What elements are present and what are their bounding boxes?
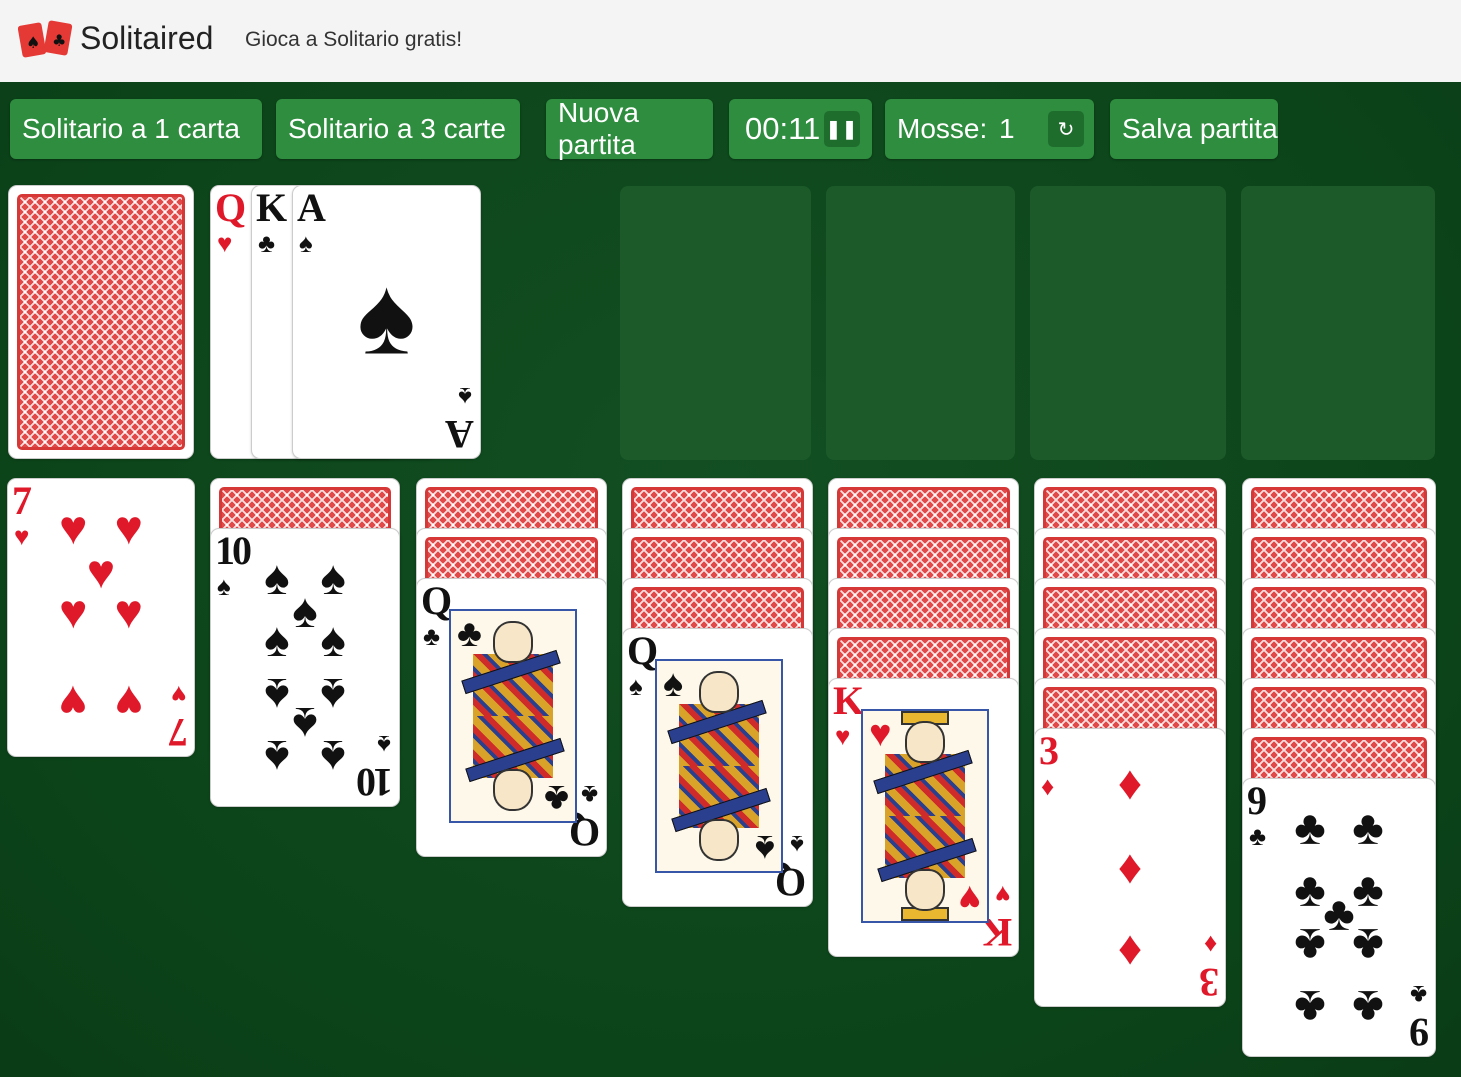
three-card-solitaire-button[interactable]: Solitario a 3 carte [276,99,520,159]
card-3-of-diamonds[interactable]: 3 ♦ 3 ♦ ♦ ♦ ♦ [1035,729,1225,1006]
card-rank: 10 [359,760,393,805]
card-rank: 7 [12,479,32,523]
clubs-pip-icon: ♣ [1294,802,1326,856]
card-suit-icon: ♠ [458,382,472,412]
save-game-button[interactable]: Salva partita [1110,99,1278,159]
card-rank: 7 [171,710,188,755]
card-suit-icon: ♠ [629,671,643,701]
card-rank: A [448,412,474,457]
foundation-slot-2[interactable] [826,186,1015,460]
card-q-of-spades[interactable]: Q ♠ Q ♠ ♠ ♠ [623,629,812,906]
foundation-slot-1[interactable] [620,186,811,460]
card-rank: Q [421,579,452,623]
three-card-solitaire-label: Solitario a 3 carte [288,113,506,144]
pause-icon: ❚❚ [825,118,859,139]
spades-pip-icon: ♠ [320,613,346,667]
card-suit-icon: ♥ [14,521,30,551]
card-suit-icon: ♠ [217,571,231,601]
card-suit-icon: ♥ [835,721,851,751]
foundation-slot-3[interactable] [1030,186,1226,460]
new-game-label: Nuova partita [558,97,639,160]
hearts-pip-icon: ♥ [114,586,143,640]
card-k-of-hearts[interactable]: K ♥ K ♥ ♥ ♥ [829,679,1018,956]
svg-text:♠: ♠ [26,33,40,52]
diamonds-pip-icon: ♦ [1117,756,1143,810]
clubs-pip-icon: ♣ [1294,979,1326,1033]
card-rank: Q [627,629,658,673]
diamonds-pip-icon: ♦ [1117,925,1143,979]
card-suit-icon: ♣ [580,780,598,810]
spades-pip-icon: ♠ [357,254,416,378]
timer-display: 00:11 ❚❚ [729,99,872,159]
card-rank: 10 [215,529,252,573]
court-card-art: ♣ ♣ [449,609,577,823]
card-suit-icon: ♦ [1041,771,1055,801]
card-suit-icon: ♠ [299,228,313,258]
spades-pip-icon: ♠ [264,729,290,783]
card-rank: A [297,186,326,230]
card-rank: K [256,186,287,230]
court-card-art: ♥ ♥ [861,709,989,923]
tagline: Gioca a Solitario gratis! [245,28,463,51]
hearts-pip-icon: ♥ [59,675,88,729]
spades-pip-icon: ♠ [320,729,346,783]
card-suit-icon: ♣ [1409,980,1427,1010]
top-header: ♠ ♣ Solitaired Gioca a Solitario gratis! [0,0,1461,82]
card-suit-icon: ♣ [423,621,441,651]
moves-value: 1 [999,113,1015,144]
undo-button[interactable]: ↻ [1048,111,1084,147]
card-a-of-spades[interactable]: A ♠ A ♠ ♠ [293,186,480,458]
card-rank: 9 [1247,779,1267,823]
card-suit-icon: ♦ [1203,930,1217,960]
card-rank: 9 [1412,1010,1429,1055]
hearts-pip-icon: ♥ [59,586,88,640]
game-table: Solitario a 1 carta Solitario a 3 carte … [0,82,1461,1077]
stock-pile[interactable] [9,186,193,458]
card-rank: K [833,679,864,723]
logo-icon[interactable]: ♠ ♣ [18,18,74,58]
timer-value: 00:11 [745,111,821,146]
card-suit-icon: ♠ [790,830,804,860]
new-game-button[interactable]: Nuova partita [546,97,713,160]
moves-counter: Mosse: 1 ↻ [885,99,1094,159]
card-suit-icon: ♣ [258,228,276,258]
svg-text:♣: ♣ [52,31,66,50]
clubs-pip-icon: ♣ [1352,918,1384,972]
card-7-of-hearts[interactable]: 7 ♥ 7 ♥ ♥ ♥ ♥ ♥ ♥ ♥ ♥ [8,479,194,756]
clubs-pip-icon: ♣ [1294,918,1326,972]
foundation-slot-4[interactable] [1241,186,1435,460]
card-10-of-spades[interactable]: 10 ♠ 10 ♠ ♠ ♠ ♠ ♠ ♠ ♠ ♠ ♠ ♠ ♠ [211,529,399,806]
card-suit-icon: ♥ [217,228,233,258]
card-q-of-clubs[interactable]: Q ♣ Q ♣ ♣ ♣ [417,579,606,856]
diamonds-pip-icon: ♦ [1117,840,1143,894]
moves-label: Mosse: [897,113,988,144]
clubs-pip-icon: ♣ [1352,802,1384,856]
card-rank: 3 [1039,729,1059,773]
card-suit-icon: ♠ [377,730,391,760]
card-suit-icon: ♣ [1249,821,1267,851]
pause-button[interactable]: ❚❚ [824,111,860,147]
court-card-art: ♠ ♠ [655,659,783,873]
save-game-label: Salva partita [1122,113,1278,144]
one-card-solitaire-label: Solitario a 1 carta [22,113,240,144]
card-9-of-clubs[interactable]: 9 ♣ 9 ♣ ♣ ♣ ♣ ♣ ♣ ♣ ♣ ♣ ♣ [1243,779,1435,1056]
clubs-pip-icon: ♣ [1352,979,1384,1033]
card-suit-icon: ♥ [170,680,186,710]
card-rank: 3 [1202,960,1219,1005]
hearts-pip-icon: ♥ [114,675,143,729]
brand-name[interactable]: Solitaired [80,20,213,57]
one-card-solitaire-button[interactable]: Solitario a 1 carta [10,99,262,159]
card-rank: Q [215,186,246,230]
undo-icon: ↻ [1057,118,1075,141]
spades-pip-icon: ♠ [264,613,290,667]
card-suit-icon: ♥ [994,880,1010,910]
